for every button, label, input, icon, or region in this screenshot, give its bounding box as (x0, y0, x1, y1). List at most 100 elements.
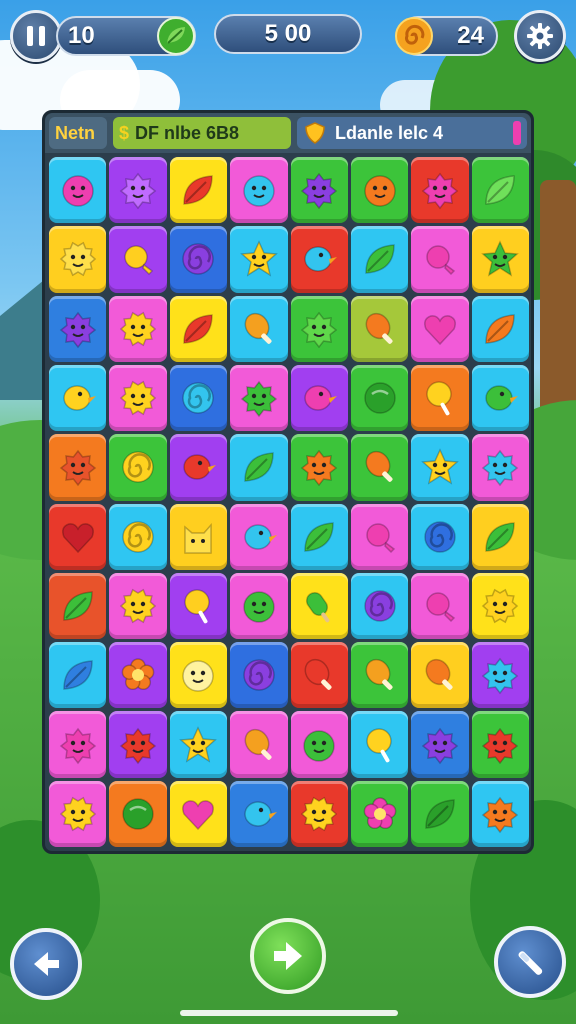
tile[interactable] (49, 364, 107, 432)
tile[interactable] (230, 642, 288, 709)
tile[interactable] (411, 157, 469, 224)
tile[interactable] (109, 711, 167, 778)
tile[interactable] (471, 295, 529, 362)
tile[interactable] (290, 572, 348, 640)
tile[interactable] (230, 780, 288, 847)
tile[interactable] (350, 503, 409, 570)
tile[interactable] (49, 572, 107, 640)
tile[interactable] (350, 226, 409, 293)
tile[interactable] (290, 642, 348, 709)
tile[interactable] (230, 572, 288, 640)
tile[interactable] (230, 364, 288, 432)
tile[interactable] (169, 711, 228, 778)
tile[interactable] (290, 503, 348, 570)
tile[interactable] (109, 364, 167, 432)
tile[interactable] (350, 642, 409, 709)
tile[interactable] (411, 572, 469, 640)
tile[interactable] (49, 434, 107, 501)
tile[interactable] (49, 642, 107, 709)
swirl-icon (363, 590, 396, 622)
tile[interactable] (290, 711, 348, 778)
tile[interactable] (411, 295, 469, 362)
tile[interactable] (350, 295, 409, 362)
tile[interactable] (230, 434, 288, 501)
tile[interactable] (471, 226, 529, 293)
tile[interactable] (230, 295, 288, 362)
tile[interactable] (471, 711, 529, 778)
tile[interactable] (109, 157, 167, 224)
tile[interactable] (109, 434, 167, 501)
tile[interactable] (471, 157, 529, 224)
tile[interactable] (49, 295, 107, 362)
tile[interactable] (471, 364, 529, 432)
tile[interactable] (109, 572, 167, 640)
tile[interactable] (109, 780, 167, 847)
tile[interactable] (350, 434, 409, 501)
tile[interactable] (290, 295, 348, 362)
tile[interactable] (411, 503, 469, 570)
tile[interactable] (49, 226, 107, 293)
tile[interactable] (350, 780, 409, 847)
blob-monster-icon (303, 729, 335, 762)
lollipop-icon (184, 589, 211, 624)
tile[interactable] (49, 711, 107, 778)
tile[interactable] (411, 364, 469, 432)
tile[interactable] (290, 364, 348, 432)
back-button[interactable] (10, 928, 82, 1000)
hammer-booster-button[interactable] (494, 926, 566, 998)
home-indicator (180, 1010, 398, 1016)
star-monster-icon (240, 240, 278, 278)
tile[interactable] (169, 157, 228, 224)
tile[interactable] (411, 434, 469, 501)
pause-button[interactable] (10, 10, 62, 62)
tile[interactable] (411, 780, 469, 847)
next-button[interactable] (250, 918, 326, 994)
tile[interactable] (411, 711, 469, 778)
tile[interactable] (49, 503, 107, 570)
tile[interactable] (109, 295, 167, 362)
tile[interactable] (109, 503, 167, 570)
tile[interactable] (169, 642, 228, 709)
tile[interactable] (49, 157, 107, 224)
tile[interactable] (350, 711, 409, 778)
tile[interactable] (230, 503, 288, 570)
tile[interactable] (471, 434, 529, 501)
tile[interactable] (350, 157, 409, 224)
tile[interactable] (411, 642, 469, 709)
tile[interactable] (109, 226, 167, 293)
tile[interactable] (169, 364, 228, 432)
tile[interactable] (230, 157, 288, 224)
tile[interactable] (49, 780, 107, 847)
tile[interactable] (169, 434, 228, 501)
swirl-icon (182, 382, 215, 414)
tile[interactable] (230, 711, 288, 778)
sun-icon (482, 588, 519, 624)
spiky-monster-icon (421, 172, 459, 210)
tile[interactable] (471, 780, 529, 847)
sun-icon (119, 588, 157, 624)
tile[interactable] (230, 226, 288, 293)
leaf-icon (364, 244, 395, 275)
tile[interactable] (169, 226, 228, 293)
settings-button[interactable] (514, 10, 566, 62)
tile[interactable] (290, 157, 348, 224)
tile[interactable] (290, 226, 348, 293)
tile[interactable] (169, 572, 228, 640)
tile[interactable] (290, 780, 348, 847)
tile[interactable] (290, 434, 348, 501)
tile[interactable] (169, 295, 228, 362)
arrow-right-icon (274, 942, 302, 970)
tile[interactable] (471, 572, 529, 640)
board-header-target-label: Ldanle lelc 4 (335, 122, 444, 143)
blob-monster-icon (243, 591, 275, 623)
tile[interactable] (350, 572, 409, 640)
tile[interactable] (350, 364, 409, 432)
tile[interactable] (471, 503, 529, 570)
swirl-icon (243, 659, 275, 691)
tile[interactable] (471, 642, 529, 709)
tile[interactable] (411, 226, 469, 293)
tile[interactable] (169, 780, 228, 847)
leaf-icon (244, 452, 274, 483)
tile[interactable] (169, 503, 228, 570)
tile[interactable] (109, 642, 167, 709)
